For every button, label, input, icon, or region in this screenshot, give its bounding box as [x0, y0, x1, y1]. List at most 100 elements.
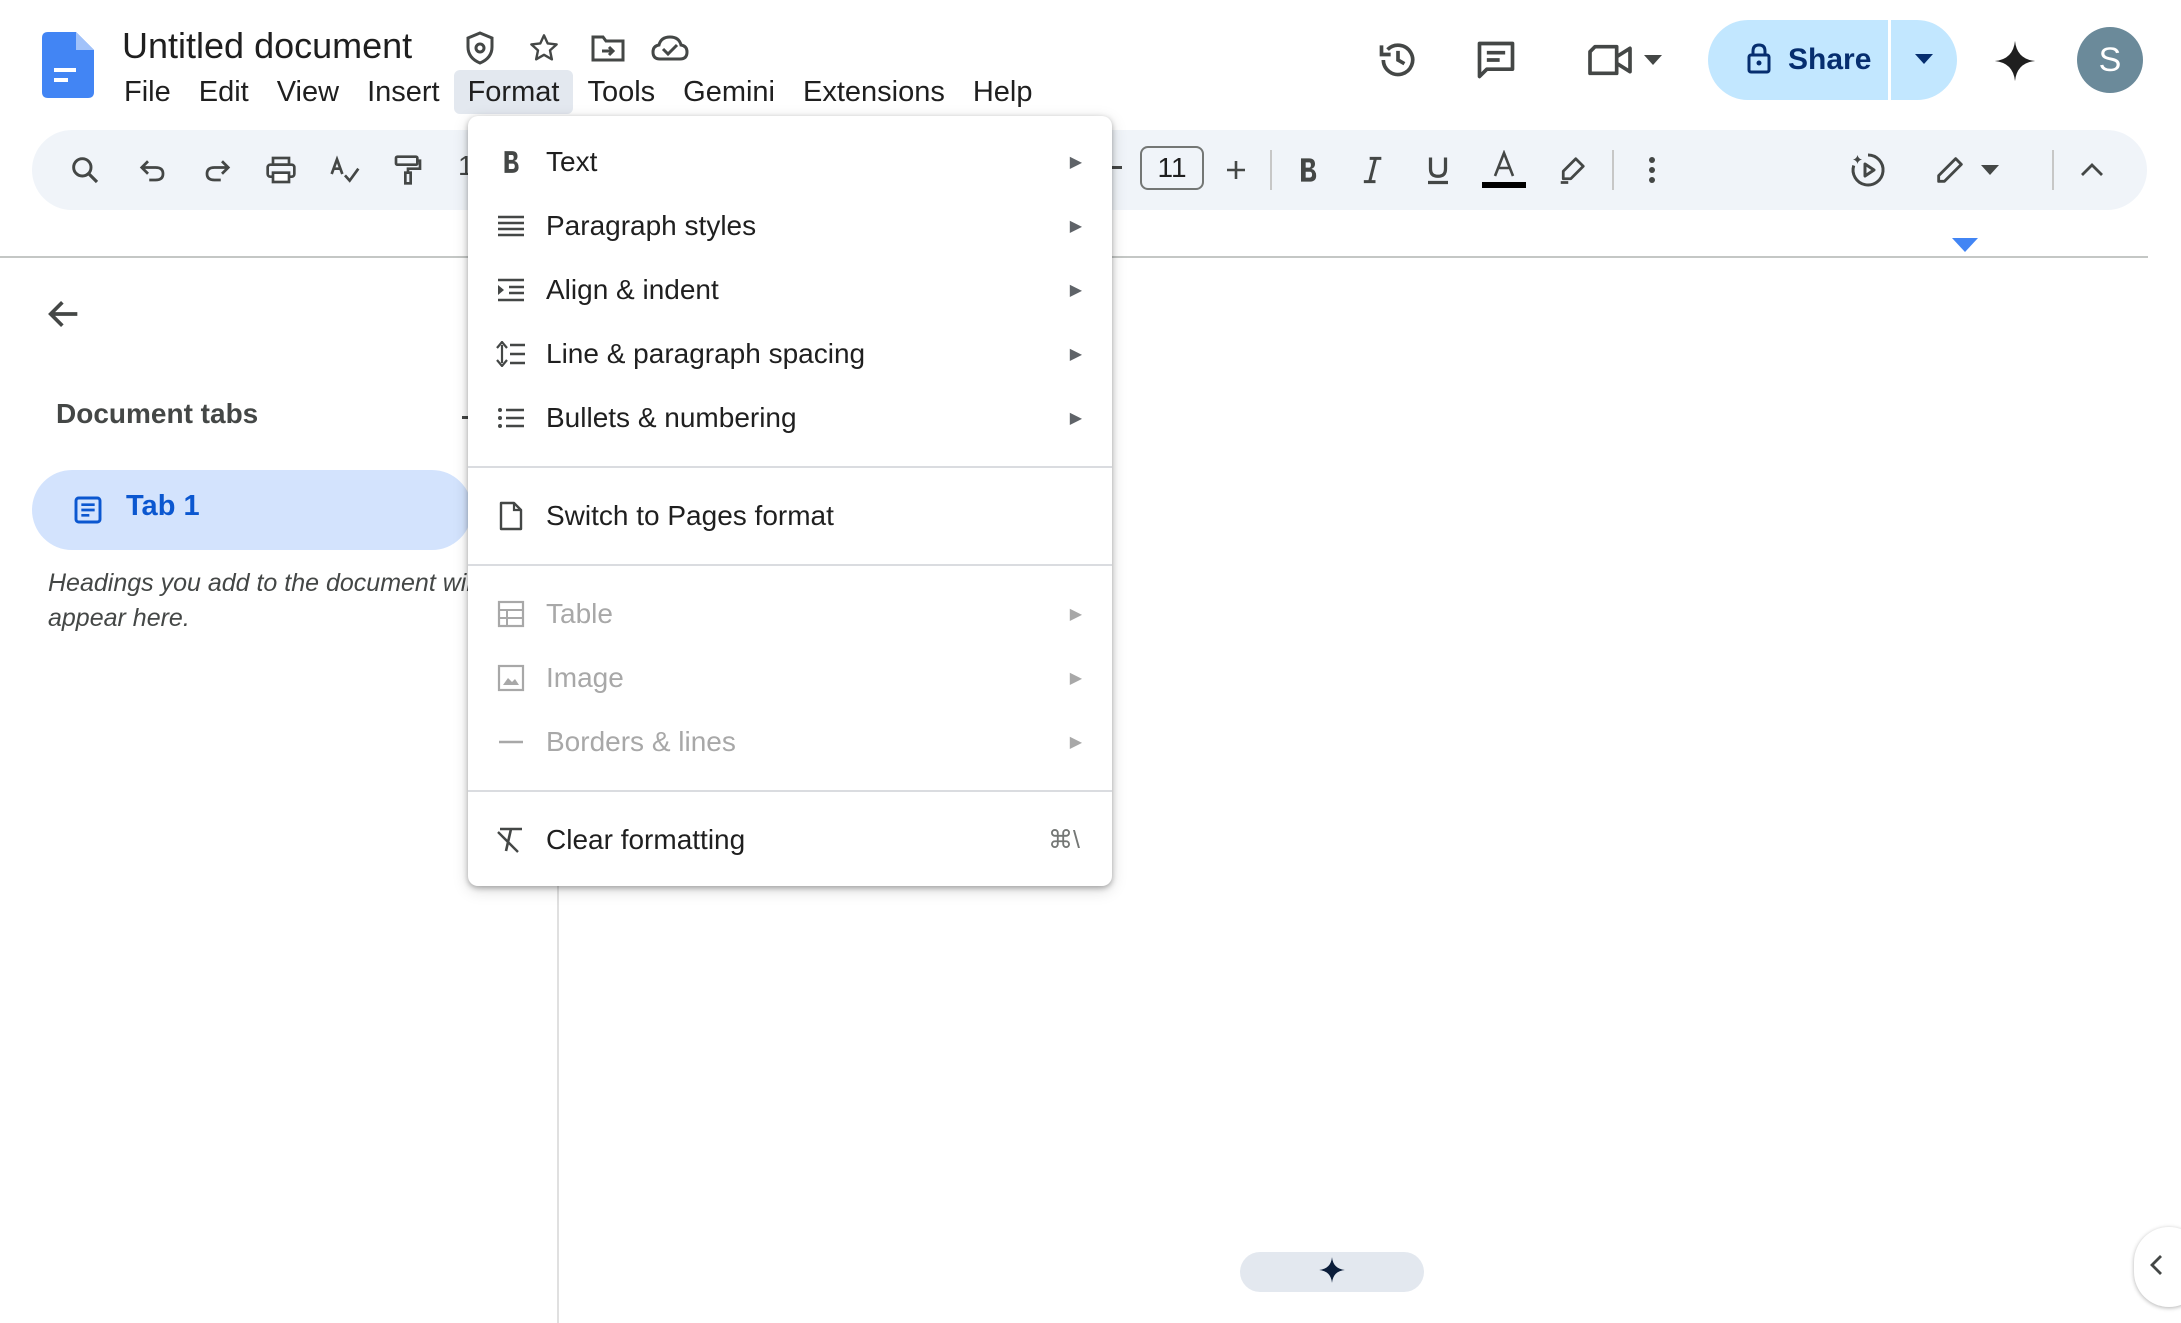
- submenu-arrow-icon: ▶: [1069, 606, 1082, 623]
- gemini-edit-icon[interactable]: [1846, 150, 1890, 190]
- menu-gemini[interactable]: Gemini: [669, 70, 789, 114]
- submenu-arrow-icon: ▶: [1069, 410, 1082, 427]
- submenu-arrow-icon: ▶: [1069, 154, 1082, 171]
- avatar[interactable]: S: [2077, 27, 2143, 93]
- format-menu-item-table: Table ▶: [468, 582, 1112, 646]
- line-icon: [494, 725, 528, 759]
- document-tab-icon: [72, 494, 104, 531]
- highlight-color-icon[interactable]: [1550, 150, 1594, 190]
- gemini-icon: [1318, 1256, 1346, 1289]
- share-dropdown-button[interactable]: [1891, 20, 1957, 100]
- menu-tools[interactable]: Tools: [573, 70, 669, 114]
- more-options-icon[interactable]: [1630, 150, 1674, 190]
- back-arrow-icon[interactable]: [44, 294, 84, 339]
- increase-font-size-icon[interactable]: [1214, 150, 1258, 190]
- menu-edit[interactable]: Edit: [185, 70, 263, 114]
- menu-item-label: Clear formatting: [546, 824, 746, 855]
- spellcheck-icon[interactable]: [323, 150, 367, 190]
- toolbar-divider: [1612, 150, 1614, 190]
- menu-divider: [468, 790, 1112, 792]
- star-icon[interactable]: [524, 28, 564, 68]
- menubar: File Edit View Insert Format Tools Gemin…: [110, 70, 1047, 114]
- toolbar-divider: [1270, 150, 1272, 190]
- sidebar-hint: Headings you add to the document will ap…: [48, 569, 478, 632]
- tab-1-label: Tab 1: [126, 490, 200, 522]
- shield-icon[interactable]: [460, 28, 500, 68]
- format-menu-item-image: Image ▶: [468, 646, 1112, 710]
- menu-item-label: Align & indent: [546, 274, 719, 305]
- menu-view[interactable]: View: [263, 70, 353, 114]
- indent-marker[interactable]: [1952, 238, 1978, 252]
- undo-icon[interactable]: [131, 150, 175, 190]
- side-panel-toggle[interactable]: [2134, 1227, 2181, 1307]
- image-icon: [494, 661, 528, 695]
- menu-item-label: Switch to Pages format: [546, 500, 834, 531]
- submenu-arrow-icon: ▶: [1069, 670, 1082, 687]
- menu-item-label: Borders & lines: [546, 726, 736, 757]
- toolbar-divider: [2052, 150, 2054, 190]
- submenu-arrow-icon: ▶: [1069, 346, 1082, 363]
- format-menu-item-bullets-numbering[interactable]: Bullets & numbering ▶: [468, 386, 1112, 450]
- underline-icon[interactable]: [1416, 150, 1460, 190]
- gemini-icon[interactable]: [1990, 36, 2040, 86]
- table-icon: [494, 597, 528, 631]
- font-size-input[interactable]: 11: [1140, 146, 1204, 190]
- bold-icon: [494, 145, 528, 179]
- text-color-icon[interactable]: [1480, 150, 1528, 190]
- menu-format[interactable]: Format: [453, 70, 574, 114]
- redo-icon[interactable]: [195, 150, 239, 190]
- paragraph-styles-icon: [494, 209, 528, 243]
- format-menu-item-switch-pages[interactable]: Switch to Pages format: [468, 484, 1112, 548]
- submenu-arrow-icon: ▶: [1069, 218, 1082, 235]
- meet-dropdown-icon[interactable]: [1640, 48, 1666, 72]
- page-icon: [494, 499, 528, 533]
- version-history-icon[interactable]: [1374, 36, 1422, 84]
- format-menu: Text ▶ Paragraph styles ▶ Align & indent…: [468, 116, 1112, 886]
- zoom-partial-text[interactable]: 1: [458, 150, 468, 182]
- search-menus-icon[interactable]: [63, 150, 107, 190]
- move-folder-icon[interactable]: [588, 28, 628, 68]
- meet-icon[interactable]: [1582, 36, 1638, 84]
- menu-insert[interactable]: Insert: [353, 70, 454, 114]
- menu-file[interactable]: File: [110, 70, 185, 114]
- chevron-down-icon: [1915, 51, 1933, 69]
- chevron-left-icon: [2148, 1253, 2164, 1282]
- editing-mode-dropdown-icon[interactable]: [1972, 150, 2008, 190]
- format-menu-item-text[interactable]: Text ▶: [468, 130, 1112, 194]
- lock-icon: [1746, 42, 1772, 79]
- bold-icon[interactable]: [1286, 150, 1330, 190]
- submenu-arrow-icon: ▶: [1069, 734, 1082, 751]
- comments-icon[interactable]: [1472, 36, 1520, 84]
- submenu-arrow-icon: ▶: [1069, 282, 1082, 299]
- menu-extensions[interactable]: Extensions: [789, 70, 959, 114]
- docs-logo-icon[interactable]: [42, 32, 94, 98]
- line-spacing-icon: [494, 337, 528, 371]
- document-tabs-heading: Document tabs: [56, 398, 259, 429]
- paint-format-icon[interactable]: [386, 150, 430, 190]
- collapse-menus-icon[interactable]: [2070, 150, 2114, 190]
- format-menu-item-align-indent[interactable]: Align & indent ▶: [468, 258, 1112, 322]
- print-icon[interactable]: [259, 150, 303, 190]
- gemini-suggestions-button[interactable]: [1240, 1252, 1424, 1292]
- menu-divider: [468, 564, 1112, 566]
- menu-item-label: Table: [546, 598, 613, 629]
- italic-icon[interactable]: [1350, 150, 1394, 190]
- keyboard-shortcut: ⌘\: [1048, 826, 1080, 854]
- format-menu-item-line-spacing[interactable]: Line & paragraph spacing ▶: [468, 322, 1112, 386]
- menu-help[interactable]: Help: [959, 70, 1047, 114]
- menu-item-label: Paragraph styles: [546, 210, 757, 241]
- menu-item-label: Bullets & numbering: [546, 402, 797, 433]
- document-title[interactable]: Untitled document: [122, 22, 412, 70]
- editing-mode-icon[interactable]: [1928, 150, 1972, 190]
- menu-divider: [468, 466, 1112, 468]
- menu-item-label: Text: [546, 146, 598, 177]
- clear-formatting-icon: [494, 823, 528, 857]
- cloud-saved-icon[interactable]: [650, 28, 690, 68]
- format-menu-item-borders-lines: Borders & lines ▶: [468, 710, 1112, 774]
- menu-item-label: Image: [546, 662, 624, 693]
- format-menu-item-clear-formatting[interactable]: Clear formatting ⌘\: [468, 808, 1112, 872]
- bullet-list-icon: [494, 401, 528, 435]
- share-button[interactable]: Share: [1708, 20, 1888, 100]
- format-menu-item-paragraph-styles[interactable]: Paragraph styles ▶: [468, 194, 1112, 258]
- indent-icon: [494, 273, 528, 307]
